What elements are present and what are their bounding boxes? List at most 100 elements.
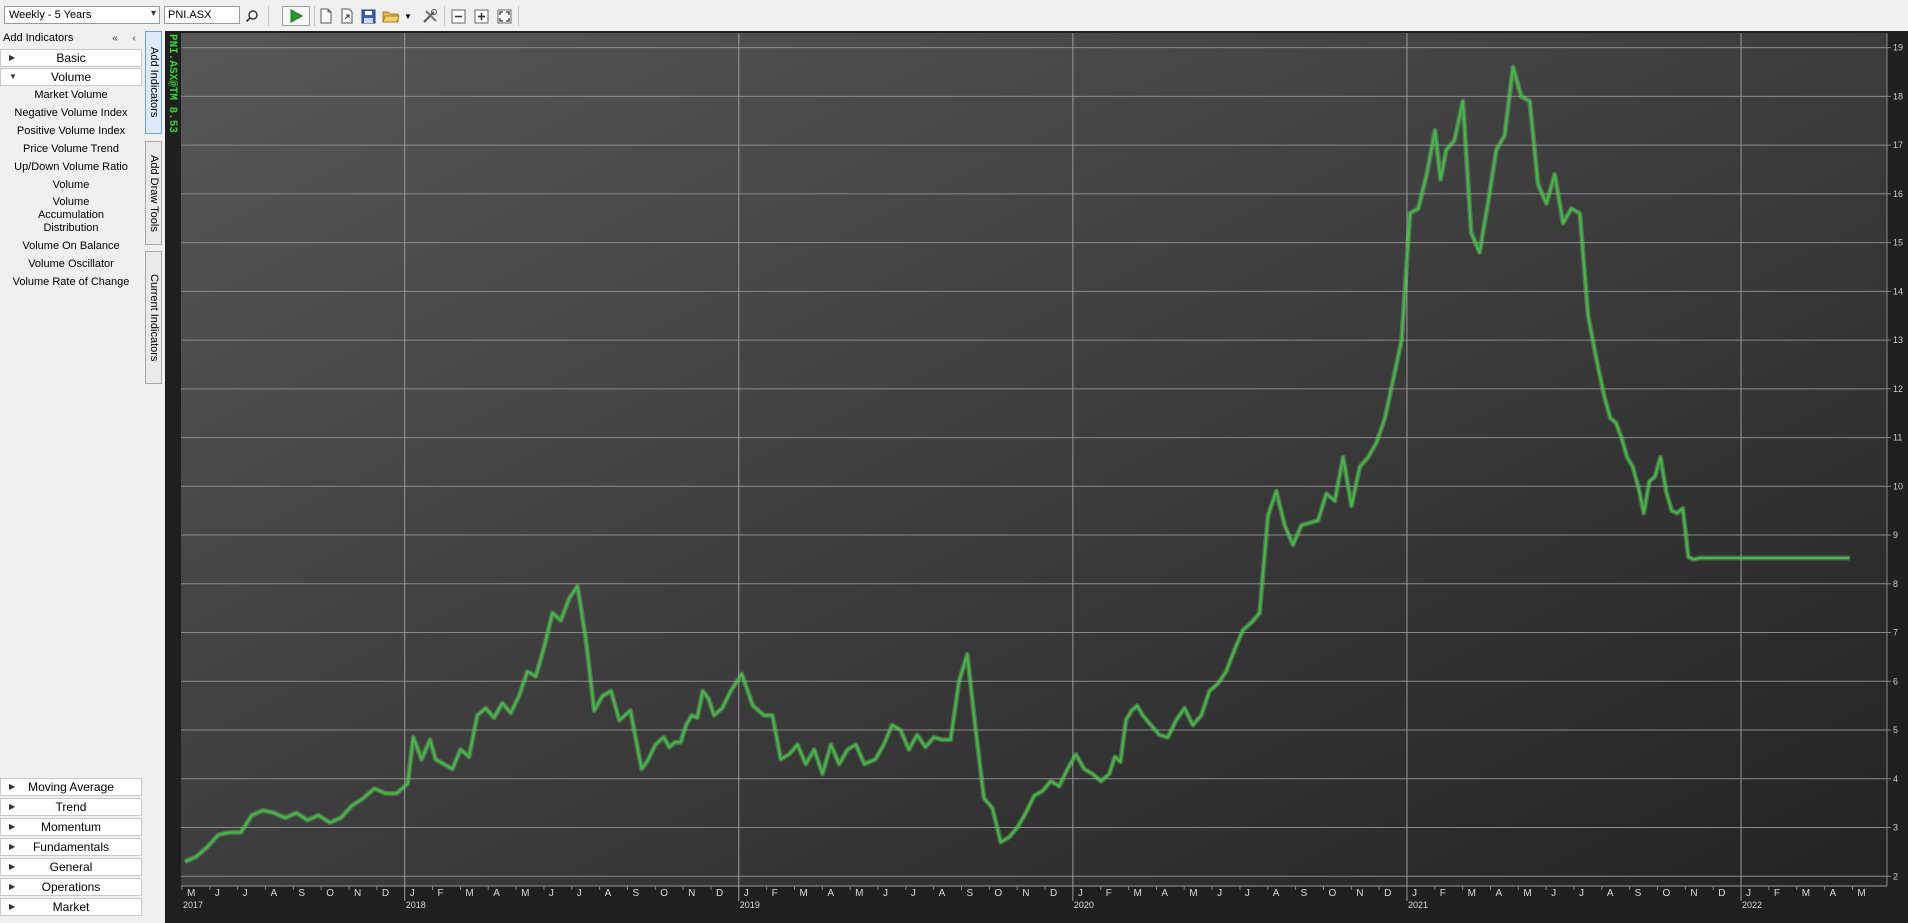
new-button[interactable] [316, 6, 336, 26]
expand-arrow-icon: ▶ [9, 53, 16, 62]
category-basic[interactable]: ▶ Basic [0, 49, 142, 67]
zoom-out-button[interactable] [448, 6, 468, 26]
chart-panel: 2 3 4 5 6 7 8 9 10 11 12 13 14 15 16 17 18 19 M J J A S O N D J F M… [165, 31, 1908, 923]
indicator-item[interactable]: Price Volume Trend [0, 141, 142, 159]
indicator-item[interactable]: Negative Volume Index [0, 105, 142, 123]
indicator-item[interactable]: Volume Oscillator [0, 256, 142, 274]
category-trend[interactable]: ▶ Trend [0, 798, 142, 816]
y-tick-label: 7 [1893, 628, 1898, 638]
y-tick-label: 12 [1893, 384, 1903, 394]
month-label: M [1802, 888, 1810, 899]
tab-add-indicators[interactable]: Add Indicators [145, 31, 162, 134]
month-label: J [1579, 888, 1584, 899]
expand-arrow-icon: ▶ [9, 782, 16, 791]
tools-button[interactable] [420, 6, 440, 26]
month-label: F [1106, 888, 1112, 899]
month-label: D [1718, 888, 1725, 899]
open-dropdown-button[interactable]: ▼ [403, 6, 413, 26]
volume-indicator-list: Market Volume Negative Volume Index Posi… [0, 87, 142, 292]
y-tick-label: 13 [1893, 335, 1903, 345]
period-select-value: Weekly - 5 Years [9, 9, 92, 21]
month-label: A [1607, 888, 1614, 899]
indicator-item[interactable]: Volume Accumulation Distribution [0, 195, 142, 238]
month-label: N [688, 888, 695, 899]
zoom-in-button[interactable] [471, 6, 491, 26]
month-label: J [911, 888, 916, 899]
month-label: J [1078, 888, 1083, 899]
month-label: J [1551, 888, 1556, 899]
category-fundamentals[interactable]: ▶ Fundamentals [0, 838, 142, 856]
month-label: A [605, 888, 612, 899]
month-label: S [967, 888, 974, 899]
month-label: F [1440, 888, 1446, 899]
collapse-panel-button[interactable]: ‹ [127, 32, 141, 45]
month-label: M [521, 888, 529, 899]
y-tick-label: 10 [1893, 481, 1903, 491]
month-label: A [493, 888, 500, 899]
month-label: N [1022, 888, 1029, 899]
chart-title: PNI.ASX@TM 8.53 [166, 34, 178, 134]
indicator-item[interactable]: Positive Volume Index [0, 123, 142, 141]
category-volume[interactable]: ▼ Volume [0, 68, 142, 86]
month-label: N [1356, 888, 1363, 899]
month-label: M [1857, 888, 1865, 899]
month-label: M [799, 888, 807, 899]
y-tick-label: 5 [1893, 725, 1898, 735]
export-icon [341, 8, 353, 24]
category-moving-average[interactable]: ▶ Moving Average [0, 778, 142, 796]
tab-current-indicators[interactable]: Current Indicators [145, 251, 162, 384]
category-general[interactable]: ▶ General [0, 858, 142, 876]
fit-button[interactable] [494, 6, 514, 26]
search-icon [245, 10, 258, 23]
category-market[interactable]: ▶ Market [0, 898, 142, 916]
open-button[interactable] [380, 6, 402, 26]
year-label: 2017 [183, 900, 203, 910]
month-label: O [1328, 888, 1336, 899]
month-label: M [855, 888, 863, 899]
save-icon [361, 9, 375, 23]
category-operations[interactable]: ▶ Operations [0, 878, 142, 896]
month-label: J [1412, 888, 1417, 899]
month-label: J [1245, 888, 1250, 899]
month-label: J [549, 888, 554, 899]
export-button[interactable] [337, 6, 357, 26]
month-label: S [632, 888, 639, 899]
tab-add-draw-tools[interactable]: Add Draw Tools [145, 141, 162, 245]
month-label: F [772, 888, 778, 899]
period-select[interactable]: Weekly - 5 Years ▾ [4, 6, 160, 24]
search-button[interactable] [242, 6, 262, 26]
collapse-all-button[interactable]: « [108, 32, 122, 45]
category-momentum[interactable]: ▶ Momentum [0, 818, 142, 836]
symbol-input[interactable]: PNI.ASX [164, 6, 240, 24]
toolbar: Weekly - 5 Years ▾ PNI.ASX ▼ [0, 0, 1908, 31]
y-tick-label: 16 [1893, 189, 1903, 199]
indicator-item[interactable]: Volume Rate of Change [0, 274, 142, 292]
indicator-item[interactable]: Market Volume [0, 87, 142, 105]
dropdown-arrow-icon: ▼ [404, 11, 412, 21]
month-label: O [994, 888, 1002, 899]
double-left-arrow-icon: « [112, 33, 118, 44]
y-tick-label: 8 [1893, 579, 1898, 589]
month-label: M [1468, 888, 1476, 899]
month-label: F [438, 888, 444, 899]
indicator-item[interactable]: Volume [0, 177, 142, 195]
month-label: A [1161, 888, 1168, 899]
month-label: J [1746, 888, 1751, 899]
chevron-down-icon: ▾ [150, 8, 156, 19]
year-label: 2021 [1408, 900, 1428, 910]
price-chart[interactable]: 2 3 4 5 6 7 8 9 10 11 12 13 14 15 16 17 18 19 M J J A S O N D J F M… [165, 31, 1908, 923]
month-label: A [1830, 888, 1837, 899]
indicator-item[interactable]: Volume On Balance [0, 238, 142, 256]
month-label: S [1635, 888, 1642, 899]
indicator-item[interactable]: Up/Down Volume Ratio [0, 159, 142, 177]
month-label: J [577, 888, 582, 899]
save-button[interactable] [358, 6, 378, 26]
year-label: 2022 [1742, 900, 1762, 910]
zoom-in-icon [474, 9, 488, 23]
y-tick-label: 18 [1893, 91, 1903, 101]
category-label: Basic [56, 51, 86, 65]
month-label: J [1217, 888, 1222, 899]
play-button[interactable] [282, 6, 310, 26]
zoom-out-icon [451, 9, 465, 23]
month-label: O [660, 888, 668, 899]
